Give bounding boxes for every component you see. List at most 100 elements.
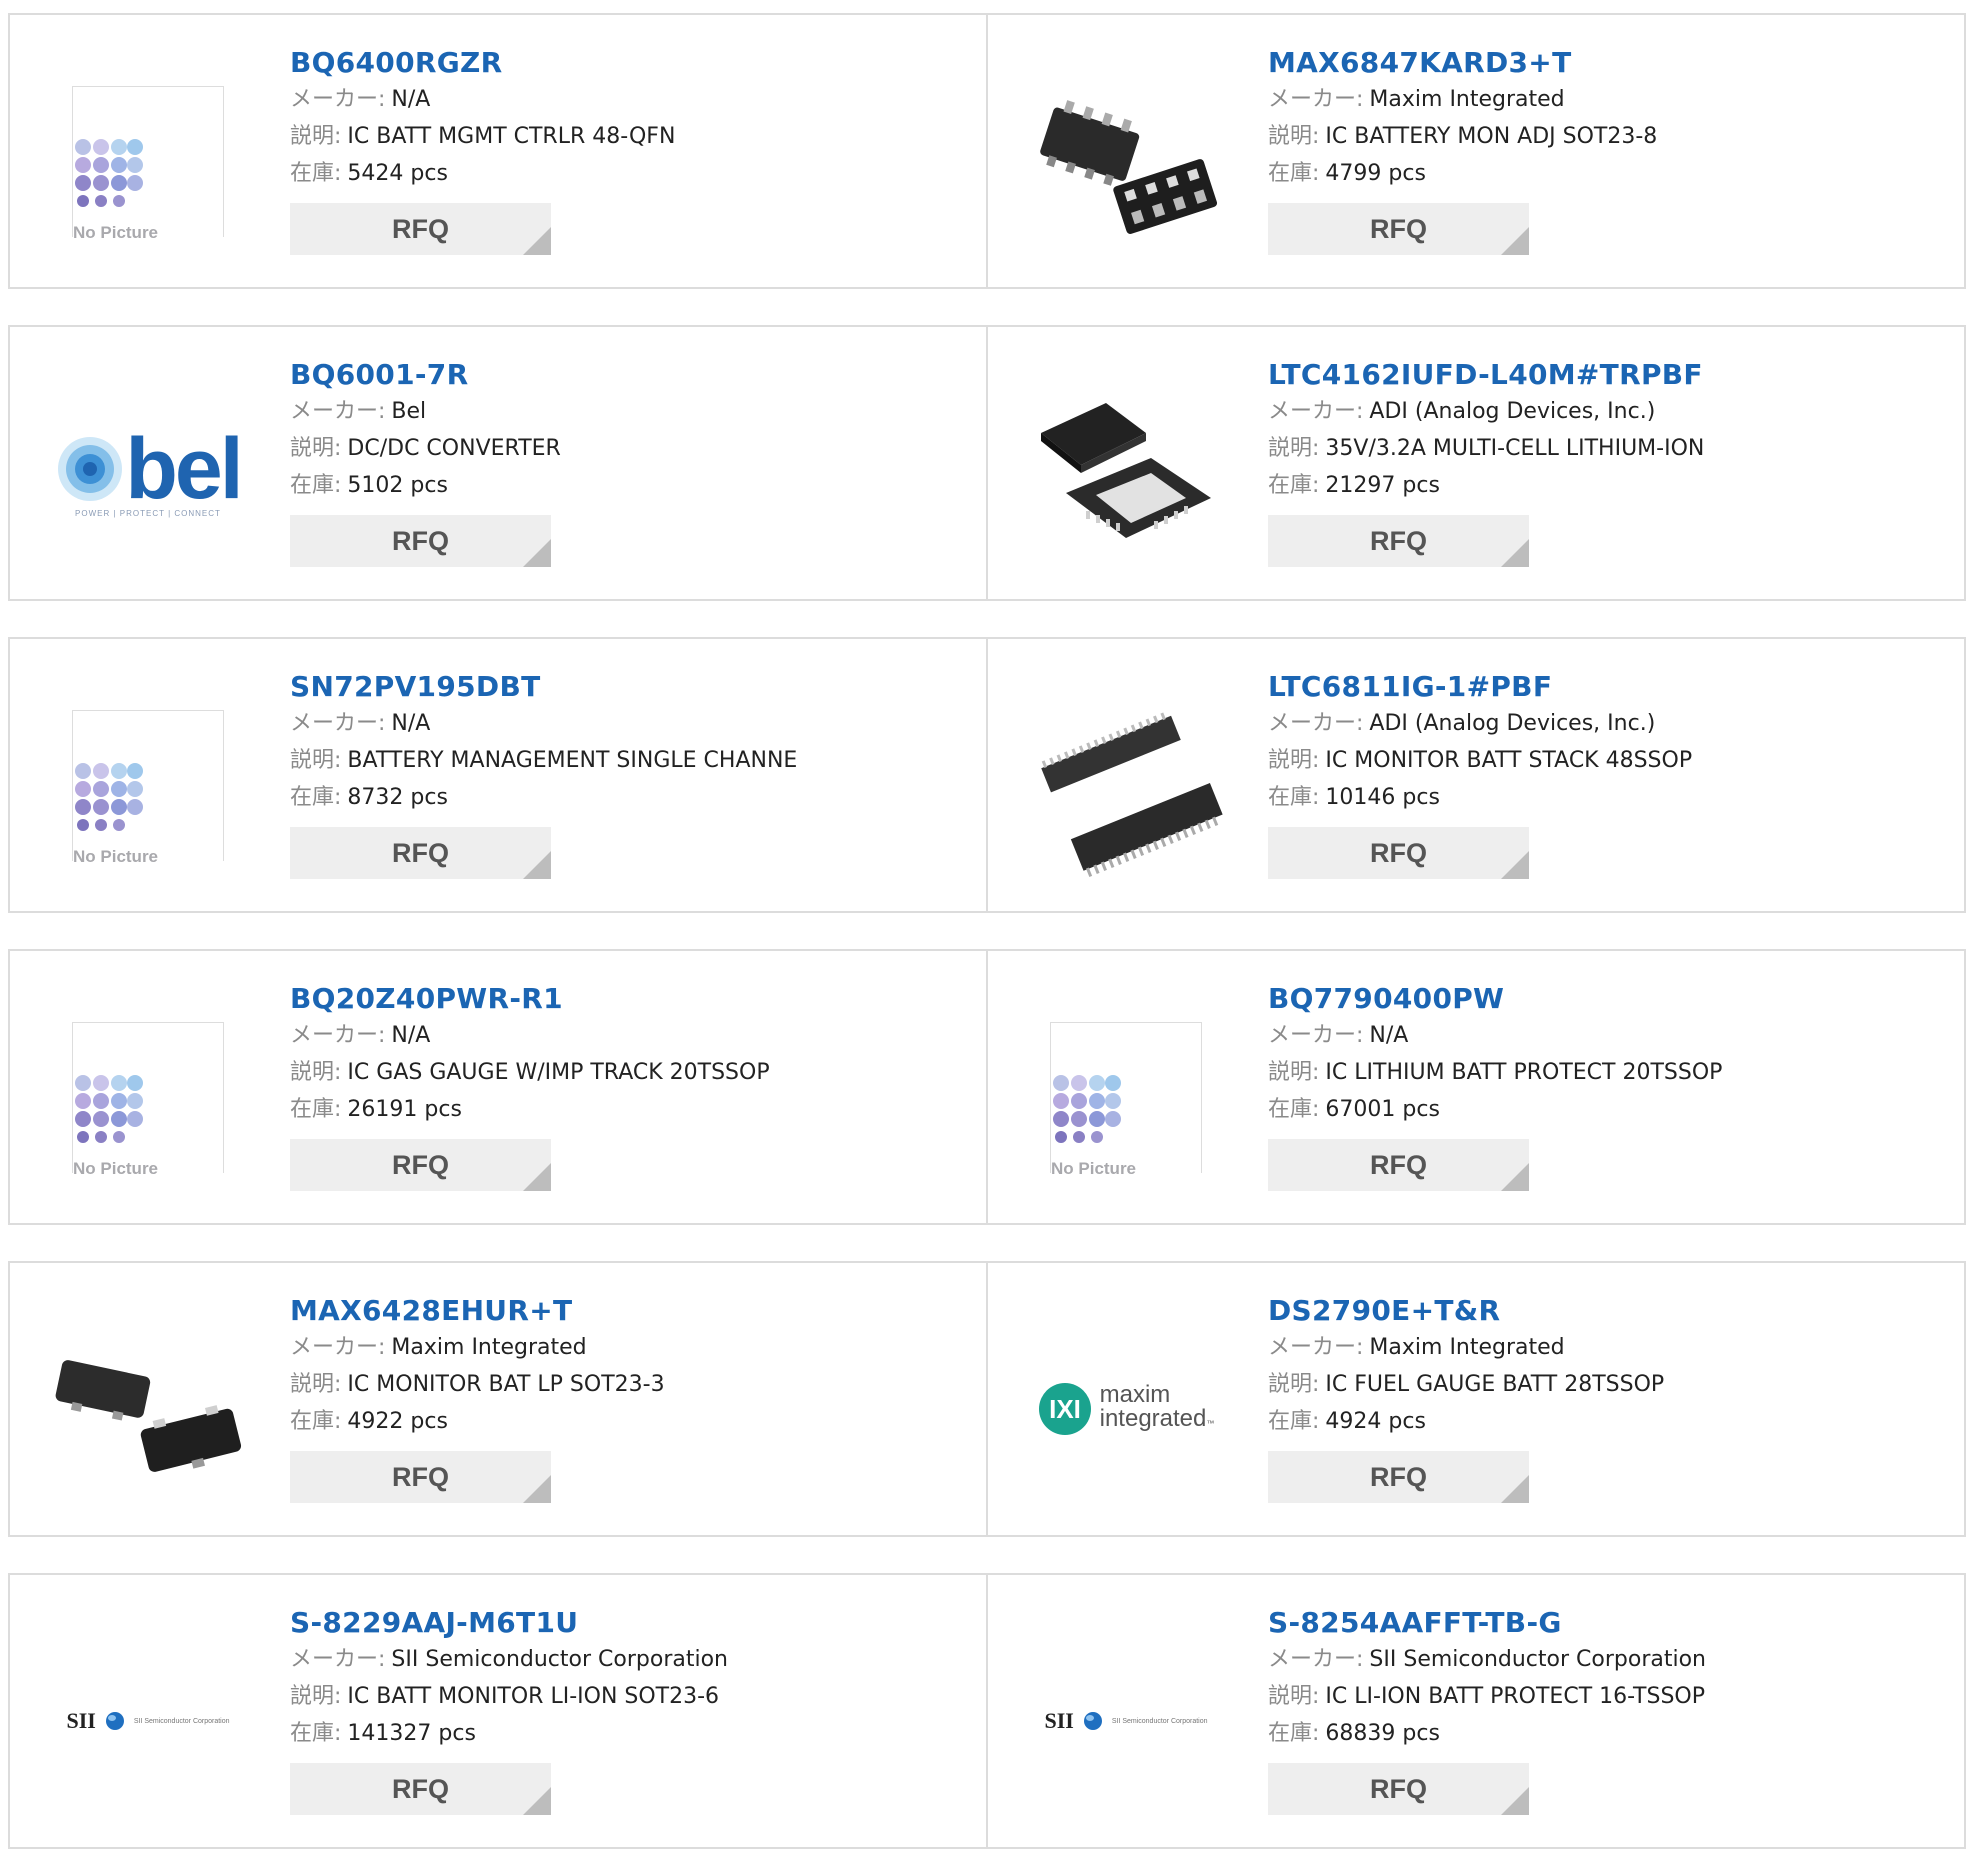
product-image[interactable] [1026,61,1226,261]
bel-logo: bel POWER | PROTECT | CONNECT [55,420,244,518]
svg-text:IXI: IXI [1049,1394,1081,1424]
part-number-link[interactable]: BQ20Z40PWR-R1 [290,981,770,1017]
ssop-chip-icon [1041,712,1223,878]
rfq-label: RFQ [392,1773,449,1804]
sii-wordmark: SII [1044,1708,1074,1733]
part-number-link[interactable]: LTC6811IG-1#PBF [1268,669,1692,705]
product-card: bel POWER | PROTECT | CONNECT BQ6001-7R … [8,325,988,601]
stock-value: 68839 pcs [1325,1721,1440,1746]
description-label: 説明: [290,436,342,461]
stock-value: 5424 pcs [347,161,448,186]
product-info: BQ20Z40PWR-R1 メーカー: N/A 説明: IC GAS GAUGE W… [290,981,770,1191]
description-value: IC BATT MONITOR LI-ION SOT23-6 [347,1684,720,1709]
part-number-link[interactable]: MAX6847KARD3+T [1268,45,1657,81]
stock-value: 10146 pcs [1325,785,1440,810]
product-info: SN72PV195DBT メーカー: N/A 説明: BATTERY MANAGEM… [290,669,797,879]
maxim-logo: IXI maxim integrated™ [1038,1382,1214,1436]
rfq-button[interactable]: RFQ [1268,827,1529,879]
description-label: 説明: [290,1684,342,1709]
product-image[interactable]: No Picture [48,685,248,885]
product-card: No Picture BQ6400RGZR メーカー: N/A 説明: IC BAT… [8,13,988,289]
description-row: 説明: IC BATT MGMT CTRLR 48-QFN [290,118,675,155]
no-picture-icon [75,762,143,831]
product-image[interactable]: No Picture [48,997,248,1197]
part-number-link[interactable]: LTC4162IUFD-L40M#TRPBF [1268,357,1704,393]
bel-wordmark: bel [125,420,243,517]
product-image[interactable] [48,1309,248,1509]
part-number-link[interactable]: DS2790E+T&R [1268,1293,1664,1329]
product-info: BQ6001-7R メーカー: Bel 説明: DC/DC CONVERTER 在庫… [290,357,561,567]
stock-label: 在庫: [1268,161,1320,186]
no-picture-icon [1053,1074,1121,1143]
description-row: 説明: IC BATTERY MON ADJ SOT23-8 [1268,118,1657,155]
maker-value: ADI (Analog Devices, Inc.) [1369,399,1656,424]
stock-label: 在庫: [290,1409,342,1434]
description-label: 説明: [1268,1684,1320,1709]
product-image[interactable]: bel POWER | PROTECT | CONNECT [48,373,248,573]
rfq-button[interactable]: RFQ [1268,515,1529,567]
maker-label: メーカー: [290,1335,386,1360]
part-number-link[interactable]: BQ6001-7R [290,357,561,393]
corner-triangle-icon [1501,539,1529,567]
sot23-8-chip-icon [1040,100,1218,234]
no-picture-text: No Picture [73,222,165,243]
maker-row: メーカー: SII Semiconductor Corporation [290,1641,728,1678]
product-image[interactable] [1026,373,1226,573]
part-number-link[interactable]: SN72PV195DBT [290,669,797,705]
description-value: IC BATTERY MON ADJ SOT23-8 [1325,124,1658,149]
description-label: 説明: [290,748,342,773]
part-number-link[interactable]: MAX6428EHUR+T [290,1293,665,1329]
rfq-button[interactable]: RFQ [290,203,551,255]
rfq-button[interactable]: RFQ [1268,1763,1529,1815]
rfq-button[interactable]: RFQ [1268,1451,1529,1503]
stock-label: 在庫: [290,1097,342,1122]
maker-value: N/A [391,87,431,112]
part-number-link[interactable]: BQ6400RGZR [290,45,675,81]
stock-value: 4924 pcs [1325,1409,1426,1434]
rfq-button[interactable]: RFQ [1268,1139,1529,1191]
product-info: LTC6811IG-1#PBF メーカー: ADI (Analog Devices… [1268,669,1692,879]
stock-value: 26191 pcs [347,1097,462,1122]
product-info: MAX6428EHUR+T メーカー: Maxim Integrated 説明: I… [290,1293,665,1503]
description-row: 説明: IC MONITOR BATT STACK 48SSOP [1268,742,1692,779]
maker-row: メーカー: ADI (Analog Devices, Inc.) [1268,393,1704,430]
product-image[interactable]: No Picture [1026,997,1226,1197]
stock-label: 在庫: [290,161,342,186]
maker-row: メーカー: N/A [290,705,797,742]
part-number-link[interactable]: S-8254AAFFT-TB-G [1268,1605,1706,1641]
maker-row: メーカー: ADI (Analog Devices, Inc.) [1268,705,1692,742]
rfq-button[interactable]: RFQ [290,827,551,879]
stock-row: 在庫: 5102 pcs [290,467,561,504]
rfq-button[interactable]: RFQ [290,1451,551,1503]
description-row: 説明: 35V/3.2A MULTI-CELL LITHIUM-ION [1268,430,1704,467]
rfq-label: RFQ [392,1149,449,1180]
sii-subtext: SII Semiconductor Corporation [1111,1717,1208,1725]
maker-label: メーカー: [290,1023,386,1048]
product-image[interactable]: SII SII Semiconductor Corporation [1026,1621,1226,1821]
product-card: SII SII Semiconductor Corporation S-8254… [988,1573,1966,1849]
bel-dots-icon [58,436,123,501]
sii-globe-icon [1083,1712,1102,1730]
maker-label: メーカー: [290,1647,386,1672]
description-value: IC GAS GAUGE W/IMP TRACK 20TSSOP [347,1060,770,1085]
rfq-button[interactable]: RFQ [1268,203,1529,255]
sii-wordmark: SII [66,1708,96,1733]
no-picture-placeholder: No Picture [72,85,224,243]
rfq-label: RFQ [392,213,449,244]
rfq-button[interactable]: RFQ [290,515,551,567]
product-image[interactable]: SII SII Semiconductor Corporation [48,1621,248,1821]
description-value: IC LITHIUM BATT PROTECT 20TSSOP [1325,1060,1723,1085]
corner-triangle-icon [523,539,551,567]
corner-triangle-icon [523,1787,551,1815]
no-picture-placeholder: No Picture [1050,1021,1202,1179]
no-picture-placeholder: No Picture [72,1021,224,1179]
rfq-button[interactable]: RFQ [290,1763,551,1815]
rfq-button[interactable]: RFQ [290,1139,551,1191]
stock-value: 5102 pcs [347,473,448,498]
part-number-link[interactable]: BQ7790400PW [1268,981,1722,1017]
part-number-link[interactable]: S-8229AAJ-M6T1U [290,1605,728,1641]
product-image[interactable]: IXI maxim integrated™ [1026,1309,1226,1509]
stock-value: 8732 pcs [347,785,448,810]
product-image[interactable] [1026,685,1226,885]
product-image[interactable]: No Picture [48,61,248,261]
